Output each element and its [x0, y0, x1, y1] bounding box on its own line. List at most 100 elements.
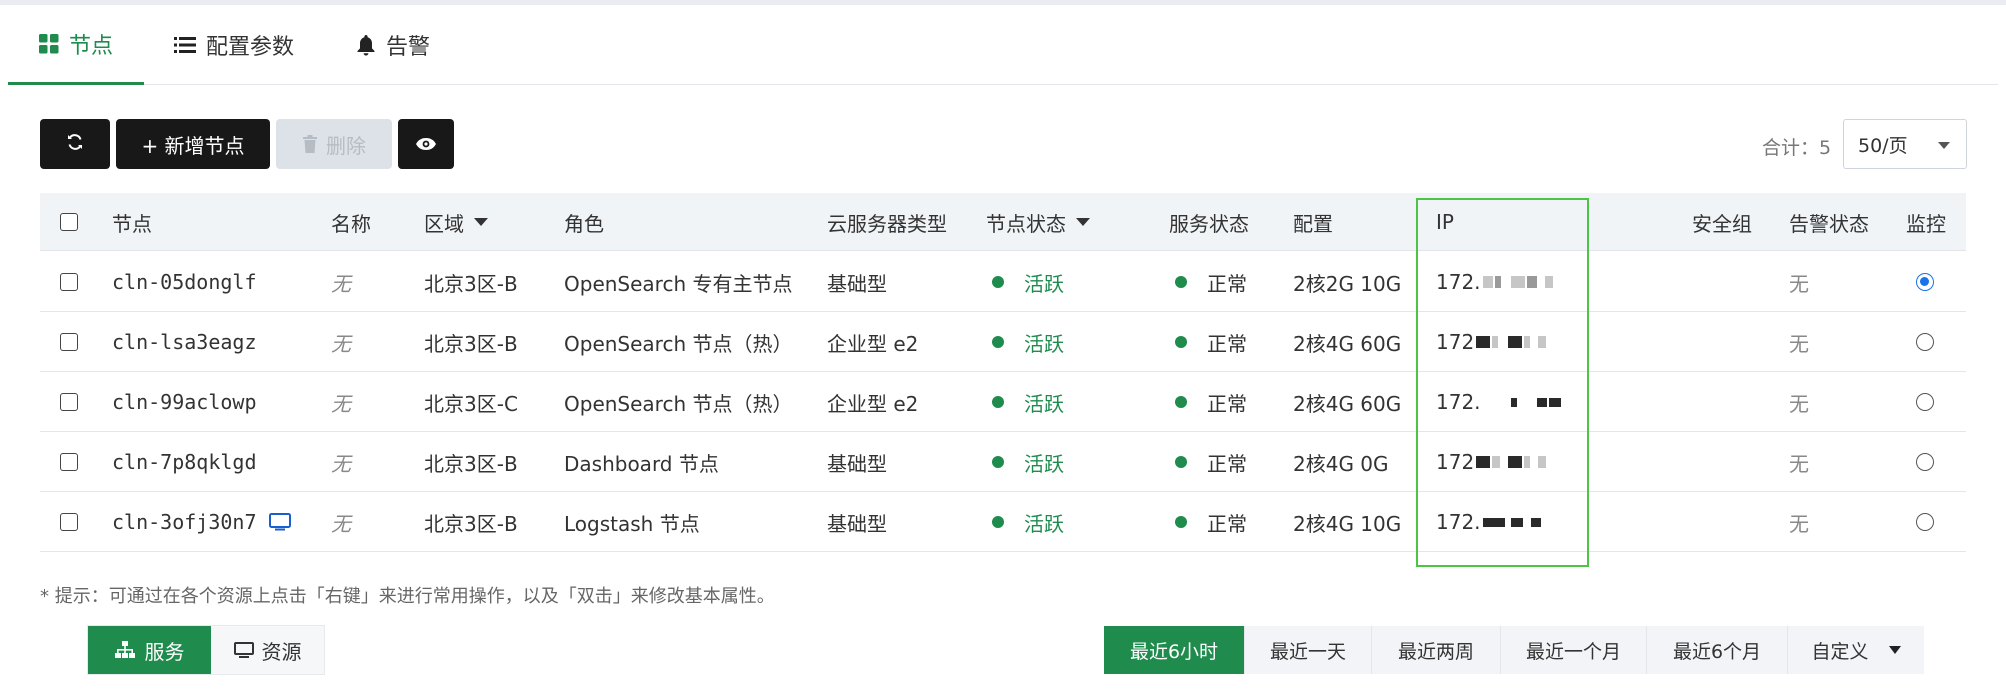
monitor-radio[interactable]	[1916, 393, 1934, 411]
status-dot-icon	[992, 396, 1004, 408]
add-node-button[interactable]: + 新增节点	[116, 119, 270, 169]
service-view-button[interactable]: 服务	[88, 626, 211, 674]
refresh-button[interactable]	[40, 119, 110, 169]
sitemap-icon	[114, 641, 135, 659]
node-server-type: 基础型	[827, 271, 887, 296]
row-checkbox[interactable]	[60, 453, 78, 471]
monitor-radio[interactable]	[1916, 273, 1934, 291]
filter-caret-icon[interactable]	[1076, 218, 1090, 226]
resource-view-button[interactable]: 资源	[211, 626, 324, 674]
monitor-icon[interactable]	[268, 513, 291, 531]
range-6h[interactable]: 最近6小时	[1104, 626, 1245, 674]
time-range-selector: 最近6小时 最近一天 最近两周 最近一个月 最近6个月 自定义	[1104, 626, 1924, 674]
status-dot-icon	[992, 276, 1004, 288]
tab-config-params[interactable]: 配置参数	[174, 5, 294, 85]
service-status-label: 正常	[1207, 391, 1247, 416]
filter-caret-icon[interactable]	[474, 218, 488, 226]
node-status-label: 活跃	[1024, 391, 1064, 416]
monitor-icon	[233, 641, 254, 659]
delete-button[interactable]: 删除	[276, 119, 392, 169]
trash-icon	[302, 135, 318, 153]
node-region: 北京3区-B	[424, 451, 518, 476]
node-id: cln-99aclowp	[112, 390, 257, 414]
alert-status: 无	[1789, 271, 1809, 296]
header-monitor: 监控	[1906, 211, 1946, 236]
service-status: 正常	[1175, 492, 1247, 552]
range-6m[interactable]: 最近6个月	[1647, 626, 1788, 674]
node-ip: 172.	[1436, 372, 1561, 432]
node-config: 2核2G 10G	[1293, 271, 1402, 296]
service-view-label: 服务	[144, 639, 185, 664]
node-id: cln-7p8qklgd	[112, 450, 257, 474]
tab-nodes[interactable]: 节点	[8, 5, 144, 85]
header-checkbox-cell[interactable]	[60, 193, 78, 251]
ip-prefix: 172.	[1436, 510, 1481, 534]
node-config: 2核4G 60G	[1293, 391, 1402, 416]
node-status-label: 活跃	[1024, 331, 1064, 356]
range-2w[interactable]: 最近两周	[1372, 626, 1501, 674]
node-name: 无	[331, 331, 351, 356]
table-row[interactable]: cln-7p8qklgd 无 北京3区-B Dashboard 节点 基础型 活…	[40, 432, 1966, 492]
chevron-down-icon	[1938, 142, 1950, 149]
alert-status: 无	[1789, 451, 1809, 476]
header-node-status[interactable]: 节点状态	[986, 193, 1090, 251]
node-id: cln-05donglf	[112, 270, 257, 294]
row-checkbox[interactable]	[60, 393, 78, 411]
tab-config-params-label: 配置参数	[206, 35, 295, 60]
node-ip: 172.	[1436, 252, 1553, 312]
select-all-checkbox[interactable]	[60, 213, 78, 231]
node-status: 活跃	[992, 372, 1064, 432]
node-region: 北京3区-B	[424, 271, 518, 296]
status-dot-icon	[1175, 396, 1187, 408]
ip-prefix: 172.	[1436, 270, 1481, 294]
node-status: 活跃	[992, 312, 1064, 372]
row-checkbox[interactable]	[60, 333, 78, 351]
node-config: 2核4G 60G	[1293, 331, 1402, 356]
header-ip: IP	[1436, 210, 1454, 234]
node-status: 活跃	[992, 252, 1064, 312]
table-row[interactable]: cln-lsa3eagz 无 北京3区-B OpenSearch 节点（热） 企…	[40, 312, 1966, 372]
monitor-radio[interactable]	[1916, 453, 1934, 471]
status-dot-icon	[1175, 456, 1187, 468]
node-name: 无	[331, 391, 351, 416]
node-server-type: 基础型	[827, 511, 887, 536]
range-custom-label: 自定义	[1811, 640, 1869, 663]
node-name: 无	[331, 511, 351, 536]
table-row[interactable]: cln-3ofj30n7 无 北京3区-B Logstash 节点 基础型 活跃…	[40, 492, 1966, 552]
tab-alerts-label: 告警	[386, 35, 431, 60]
service-status-label: 正常	[1207, 331, 1247, 356]
range-1m[interactable]: 最近一个月	[1501, 626, 1647, 674]
ip-prefix: 172	[1436, 330, 1475, 354]
node-config: 2核4G 10G	[1293, 511, 1402, 536]
eye-icon	[415, 132, 437, 156]
header-server-type: 云服务器类型	[827, 211, 947, 236]
tab-bar: 节点 配置参数 告警	[8, 5, 1998, 85]
tab-nodes-label: 节点	[68, 33, 113, 59]
node-status: 活跃	[992, 492, 1064, 552]
range-custom[interactable]: 自定义	[1788, 626, 1924, 674]
monitor-radio[interactable]	[1916, 513, 1934, 531]
refresh-icon	[66, 132, 84, 156]
table-row[interactable]: cln-99aclowp 无 北京3区-C OpenSearch 节点（热） 企…	[40, 372, 1966, 432]
alert-status: 无	[1789, 511, 1809, 536]
node-server-type: 企业型 e2	[827, 331, 919, 356]
page-size-select[interactable]: 50/页	[1843, 119, 1967, 169]
header-security-group: 安全组	[1692, 211, 1752, 236]
view-button[interactable]	[398, 119, 454, 169]
header-role: 角色	[564, 211, 604, 236]
service-status: 正常	[1175, 252, 1247, 312]
total-count: 合计：5	[1762, 137, 1832, 159]
alert-status: 无	[1789, 331, 1809, 356]
range-1d[interactable]: 最近一天	[1245, 626, 1372, 674]
row-checkbox[interactable]	[60, 273, 78, 291]
header-node-status-label: 节点状态	[986, 211, 1066, 236]
header-node: 节点	[112, 211, 152, 236]
table-row[interactable]: cln-05donglf 无 北京3区-B OpenSearch 专有主节点 基…	[40, 252, 1966, 312]
header-region[interactable]: 区域	[424, 193, 488, 251]
tab-alerts[interactable]: 告警	[356, 5, 430, 85]
delete-label: 删除	[326, 133, 366, 158]
node-region: 北京3区-B	[424, 331, 518, 356]
status-dot-icon	[1175, 336, 1187, 348]
monitor-radio[interactable]	[1916, 333, 1934, 351]
row-checkbox[interactable]	[60, 513, 78, 531]
